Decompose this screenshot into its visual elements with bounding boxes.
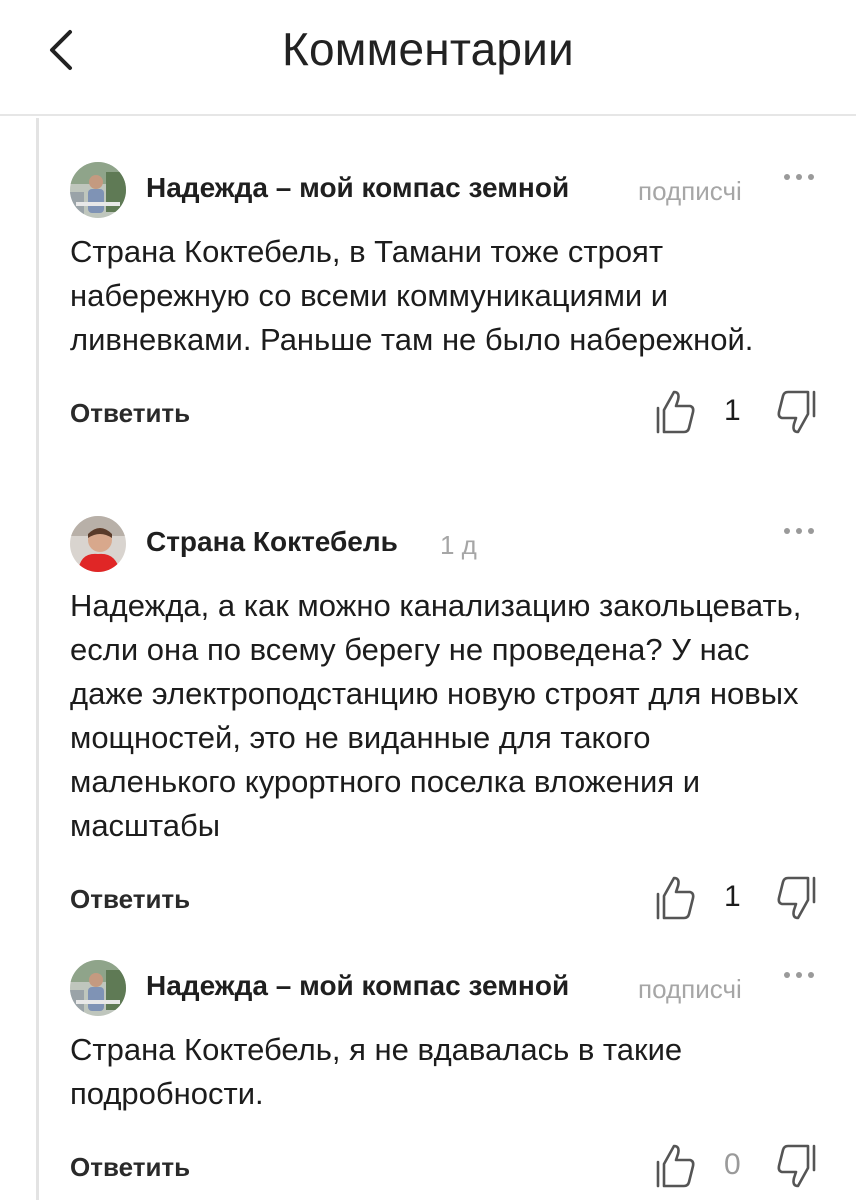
comment-item: Надежда – мой компас земной подписчі Стр… [70, 958, 830, 1198]
thumbs-up-icon [656, 1144, 695, 1188]
avatar[interactable] [70, 516, 126, 572]
comment-text: Страна Коктебель, в Тамани тоже строят н… [70, 234, 754, 357]
comment-item: Страна Коктебель 1 д Надежда, а как можн… [70, 514, 830, 930]
avatar[interactable] [70, 162, 126, 218]
comment-header: Страна Коктебель 1 д [70, 514, 830, 574]
dislike-button[interactable] [774, 1142, 820, 1190]
comment-text: Страна Коктебель, я не вдавалась в такие… [70, 1032, 683, 1111]
like-count: 1 [724, 880, 741, 913]
avatar[interactable] [70, 960, 126, 1016]
more-options-button[interactable] [784, 166, 820, 190]
like-button[interactable] [654, 874, 698, 922]
thumbs-down-icon [777, 1144, 816, 1188]
more-options-button[interactable] [784, 964, 820, 988]
like-button[interactable] [654, 1142, 698, 1190]
thumbs-down-icon [777, 876, 816, 920]
comment-author[interactable]: Надежда – мой компас земной [146, 172, 569, 204]
comment-meta: 1 д [440, 530, 477, 560]
comment-author[interactable]: Страна Коктебель [146, 526, 398, 558]
like-button[interactable] [654, 388, 698, 436]
comment-header: Надежда – мой компас земной подписчі [70, 160, 830, 220]
reply-button[interactable]: Ответить [70, 1152, 190, 1183]
comment-text: Надежда, а как можно канализацию закольц… [70, 588, 802, 843]
top-bar: Комментарии [0, 0, 856, 116]
comment-item: Надежда – мой компас земной подписчі Стр… [70, 160, 830, 444]
like-count: 1 [724, 394, 741, 427]
more-options-button[interactable] [784, 520, 820, 544]
thumbs-up-icon [656, 876, 695, 920]
comment-actions: Ответить 1 [70, 870, 830, 930]
dislike-button[interactable] [774, 874, 820, 922]
comment-meta: подписчі [638, 176, 742, 206]
comment-meta: подписчі [638, 974, 742, 1004]
comment-author[interactable]: Надежда – мой компас земной [146, 970, 569, 1002]
like-count: 0 [724, 1148, 741, 1181]
thumbs-down-icon [777, 390, 816, 434]
dislike-button[interactable] [774, 388, 820, 436]
comment-header: Надежда – мой компас земной подписчі [70, 958, 830, 1018]
reply-button[interactable]: Ответить [70, 884, 190, 915]
thread-line [36, 118, 39, 1200]
page-title: Комментарии [282, 23, 574, 75]
comment-actions: Ответить 1 [70, 384, 830, 444]
comment-actions: Ответить 0 [70, 1138, 830, 1198]
thumbs-up-icon [656, 390, 695, 434]
reply-button[interactable]: Ответить [70, 398, 190, 429]
